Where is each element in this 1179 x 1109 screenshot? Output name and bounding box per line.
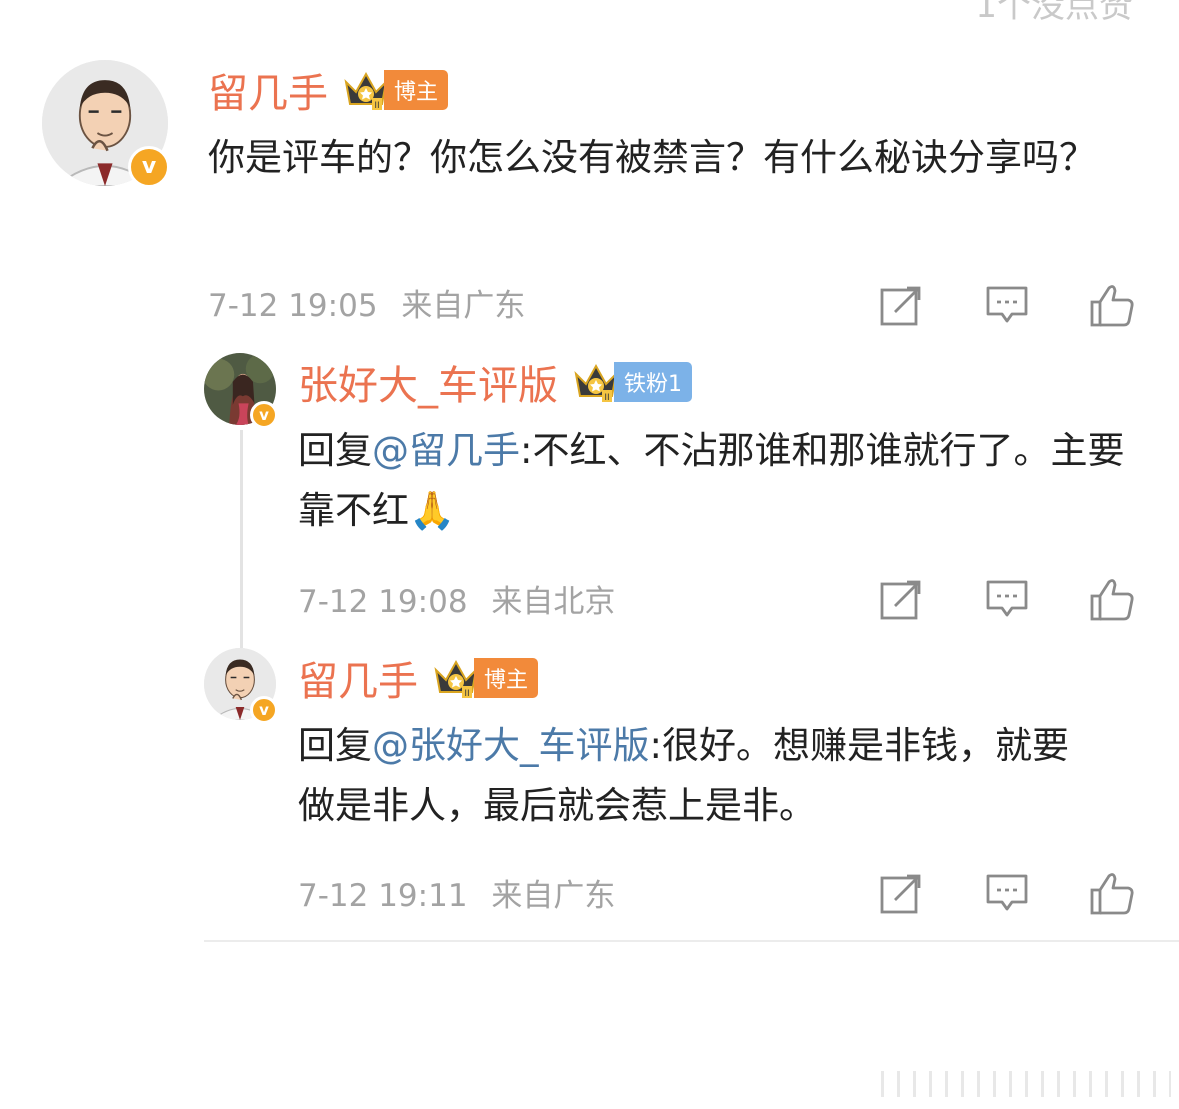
verified-v-icon: v <box>128 146 170 188</box>
location: 来自广东 <box>401 288 526 324</box>
svg-text:II: II <box>464 689 469 699</box>
previous-item-cut-text: 1个没点赞 <box>975 0 1133 26</box>
reply-thread-line <box>240 430 243 648</box>
reply-prefix: 回复 <box>298 724 372 767</box>
mention-link[interactable]: @留几手 <box>372 429 520 472</box>
section-divider <box>204 940 1179 942</box>
comment-content: 你是评车的？你怎么没有被禁言？有什么秘诀分享吗？ <box>208 136 1096 179</box>
action-bar <box>877 574 1137 624</box>
location: 来自广东 <box>491 878 616 914</box>
comment-text: 回复@张好大_车评版:很好。想赚是非钱，就要做是非人，最后就会惹上是非。 <box>298 716 1098 836</box>
username-row: 张好大_车评版 II 铁粉1 <box>298 353 692 411</box>
comment-icon[interactable] <box>982 280 1032 330</box>
comment-icon[interactable] <box>982 868 1032 918</box>
mention-link[interactable]: @张好大_车评版 <box>372 724 650 767</box>
repost-icon[interactable] <box>877 868 927 918</box>
blogger-tag: 博主 <box>384 70 449 110</box>
blogger-tag: 博主 <box>474 658 539 698</box>
repost-icon[interactable] <box>877 280 927 330</box>
like-icon[interactable] <box>1087 280 1137 330</box>
like-icon[interactable] <box>1087 574 1137 624</box>
svg-text:II: II <box>374 101 379 111</box>
timestamp: 7-12 19:11 <box>298 878 468 914</box>
reply-prefix: 回复 <box>298 429 372 472</box>
comment-icon[interactable] <box>982 574 1032 624</box>
crown-badge-icon: II <box>432 656 480 700</box>
comment-meta: 7-12 19:08 来自北京 <box>298 576 615 621</box>
username[interactable]: 张好大_车评版 <box>298 353 558 411</box>
crown-badge-icon: II <box>342 68 390 112</box>
watermark-stripes <box>881 1071 1171 1097</box>
action-bar <box>877 280 1137 330</box>
svg-text:II: II <box>604 393 609 403</box>
fan-tag: 铁粉1 <box>614 362 692 402</box>
comment-meta: 7-12 19:05 来自广东 <box>208 280 525 325</box>
username[interactable]: 留几手 <box>208 61 328 119</box>
timestamp: 7-12 19:05 <box>208 288 378 324</box>
username[interactable]: 留几手 <box>298 649 418 707</box>
crown-badge-icon: II <box>572 360 620 404</box>
verified-v-icon: v <box>250 696 278 724</box>
username-row: 留几手 II 博主 <box>208 61 449 119</box>
username-row: 留几手 II 博主 <box>298 649 539 707</box>
comment-text: 你是评车的？你怎么没有被禁言？有什么秘诀分享吗？ <box>208 128 1128 188</box>
repost-icon[interactable] <box>877 574 927 624</box>
location: 来自北京 <box>491 584 616 620</box>
timestamp: 7-12 19:08 <box>298 584 468 620</box>
comment-text: 回复@留几手:不红、不沾那谁和那谁就行了。主要靠不红🙏 <box>298 421 1128 541</box>
like-icon[interactable] <box>1087 868 1137 918</box>
comment-meta: 7-12 19:11 来自广东 <box>298 870 615 915</box>
verified-v-icon: v <box>250 401 278 429</box>
action-bar <box>877 868 1137 918</box>
